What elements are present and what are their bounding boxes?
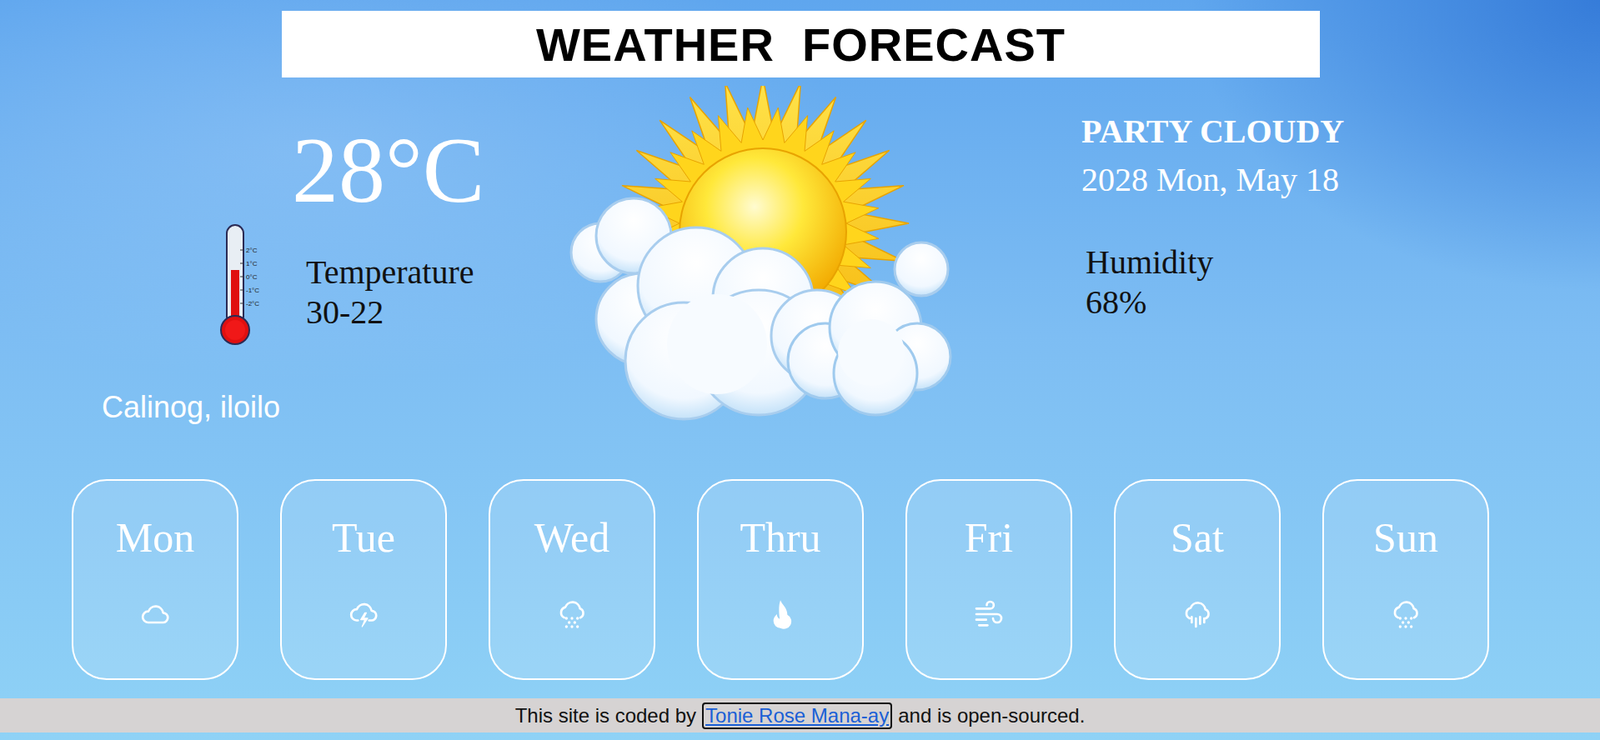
- condition-panel: PARTY CLOUDY 2028 Mon, May 18 Humidity68%: [992, 77, 1600, 470]
- day-name: Sun: [1373, 512, 1439, 563]
- day-name: Thru: [739, 512, 821, 563]
- forecast-card[interactable]: Wed: [488, 479, 656, 681]
- thermometer-tick: 1°C: [245, 260, 258, 268]
- thermometer-tick: -1°C: [245, 286, 260, 295]
- humidity-label: Humidity: [1085, 242, 1600, 283]
- day-name: Wed: [534, 512, 610, 563]
- weather-illustration: [550, 77, 993, 470]
- forecast-card[interactable]: Mon: [71, 479, 239, 681]
- date: 2028 Mon, May 18: [1081, 159, 1600, 201]
- temperature-panel: 28°C 2°C 1°C 0°C -1°C -2°C Temperature30-22 Cal…: [0, 77, 551, 470]
- weather-page: WEATHER FORECAST 28°C 2°C 1°C 0°C -1°C -2°C Tem…: [0, 0, 1600, 740]
- day-name: Tue: [331, 512, 396, 563]
- forecast-card[interactable]: Tue: [280, 479, 447, 681]
- author-link[interactable]: Tonie Rose Mana-ay: [702, 702, 893, 730]
- weather-condition: PARTY CLOUDY: [1081, 110, 1600, 153]
- snow-icon: [555, 597, 589, 632]
- fire-icon: [763, 597, 798, 632]
- cloud-icon: [138, 597, 172, 632]
- page-title: WEATHER FORECAST: [536, 17, 1066, 72]
- day-name: Sat: [1170, 512, 1224, 563]
- humidity: Humidity68%: [1085, 242, 1600, 323]
- forecast-card[interactable]: Sat: [1113, 479, 1281, 681]
- footer-text: This site is coded by: [515, 704, 697, 728]
- forecast-card[interactable]: Thru: [697, 479, 864, 681]
- snow-icon: [1389, 597, 1423, 632]
- temperature-range-row: 2°C 1°C 0°C -1°C -2°C Temperature30-22: [218, 223, 551, 349]
- thermometer-icon: 2°C 1°C 0°C -1°C -2°C: [218, 223, 269, 349]
- wind-icon: [972, 597, 1006, 632]
- forecast-card[interactable]: Fri: [905, 479, 1073, 681]
- footer: This site is coded byTonie Rose Mana-aya…: [0, 698, 1600, 733]
- sun-cloud-icon: [550, 85, 993, 445]
- temperature-label: Temperature: [305, 252, 475, 293]
- current-temperature: 28°C: [291, 123, 551, 217]
- forecast-card[interactable]: Sun: [1322, 479, 1490, 681]
- location: Calinog, iloilo: [101, 390, 551, 426]
- thermometer-tick: 2°C: [245, 246, 258, 255]
- thermometer-tick: -2°C: [245, 300, 260, 308]
- rain-icon: [1180, 597, 1214, 632]
- day-name: Fri: [964, 512, 1014, 563]
- forecast-list: Mon Tue Wed Thru Fri Sat Sun: [0, 479, 1600, 681]
- temperature-range: Temperature30-22: [305, 223, 475, 349]
- title-bar: WEATHER FORECAST: [281, 10, 1320, 78]
- thermometer-tick: 0°C: [245, 273, 258, 281]
- humidity-value: 68%: [1085, 282, 1600, 323]
- current-weather: 28°C 2°C 1°C 0°C -1°C -2°C Temperature30-22 Cal…: [0, 77, 1600, 470]
- thunder-icon: [346, 597, 381, 632]
- footer-text-end: and is open-sourced.: [897, 704, 1085, 728]
- temperature-range-value: 30-22: [305, 292, 475, 333]
- day-name: Mon: [115, 512, 195, 563]
